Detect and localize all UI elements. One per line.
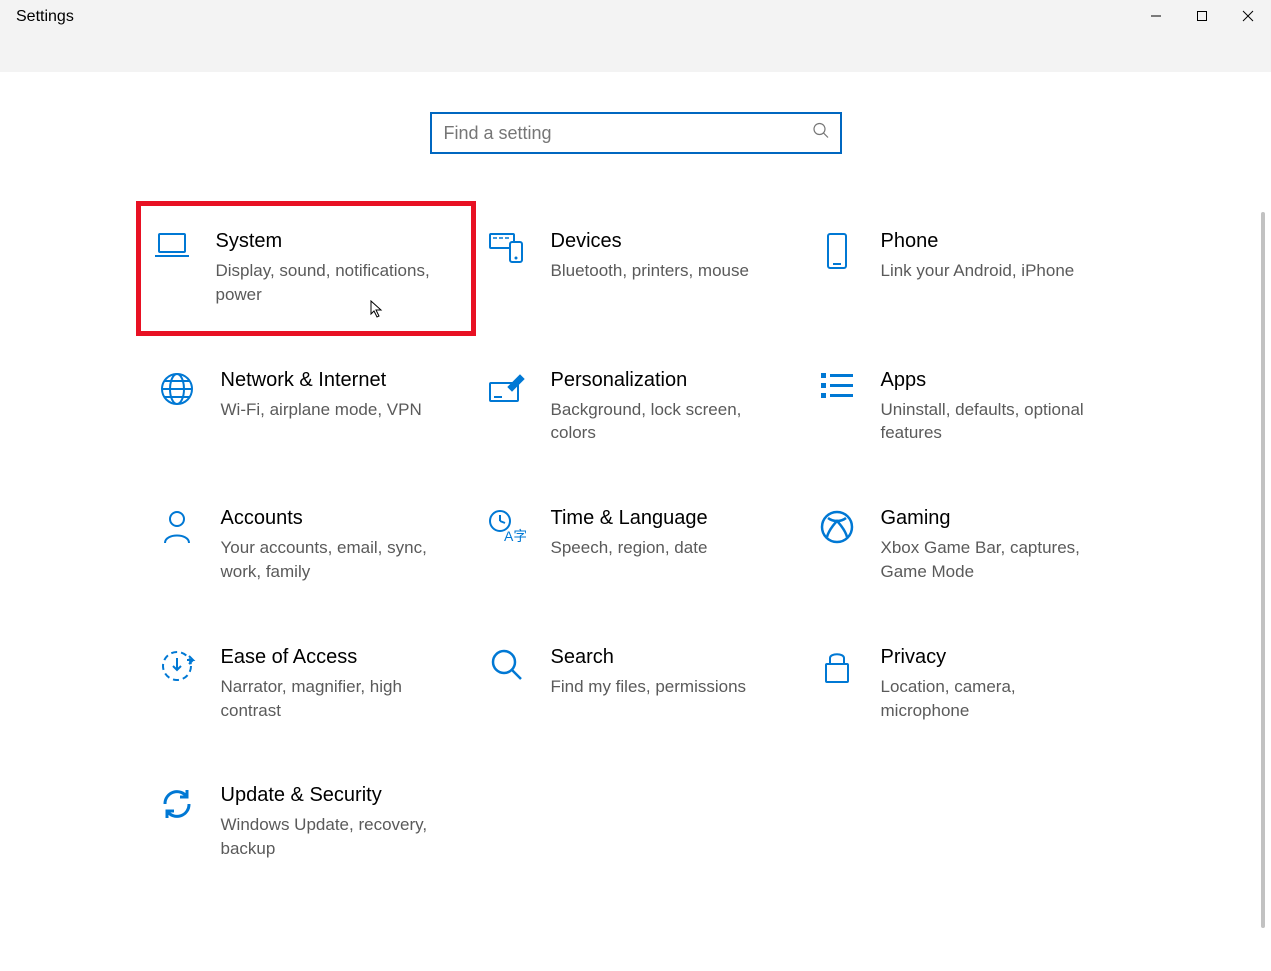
- content-area: System Display, sound, notifications, po…: [0, 72, 1271, 861]
- xbox-icon: [817, 509, 857, 545]
- scrollbar[interactable]: [1255, 72, 1271, 971]
- tile-text: Update & Security Windows Update, recove…: [221, 784, 455, 861]
- tile-search[interactable]: Search Find my files, permissions: [471, 646, 801, 723]
- tile-title: Apps: [881, 369, 1095, 392]
- tile-system[interactable]: System Display, sound, notifications, po…: [136, 201, 476, 336]
- tile-title: Accounts: [221, 507, 435, 530]
- tile-network[interactable]: Network & Internet Wi-Fi, airplane mode,…: [141, 369, 471, 446]
- globe-icon: [157, 371, 197, 407]
- tile-devices[interactable]: Devices Bluetooth, printers, mouse: [471, 230, 801, 307]
- sync-icon: [157, 786, 197, 822]
- tile-title: Privacy: [881, 646, 1095, 669]
- tile-text: Phone Link your Android, iPhone: [881, 230, 1115, 283]
- svg-text:A字: A字: [504, 528, 526, 544]
- tile-title: Personalization: [551, 369, 765, 392]
- list-icon: [817, 371, 857, 401]
- search-input[interactable]: [430, 112, 842, 154]
- search-icon: [812, 122, 830, 145]
- tile-accounts[interactable]: Accounts Your accounts, email, sync, wor…: [141, 507, 471, 584]
- tile-text: System Display, sound, notifications, po…: [216, 230, 460, 307]
- tile-gaming[interactable]: Gaming Xbox Game Bar, captures, Game Mod…: [801, 507, 1131, 584]
- maximize-button[interactable]: [1179, 0, 1225, 32]
- tile-text: Time & Language Speech, region, date: [551, 507, 785, 560]
- tile-desc: Speech, region, date: [551, 536, 765, 560]
- tile-title: System: [216, 230, 440, 253]
- tile-desc: Display, sound, notifications, power: [216, 259, 440, 307]
- tile-desc: Windows Update, recovery, backup: [221, 813, 435, 861]
- tile-text: Network & Internet Wi-Fi, airplane mode,…: [221, 369, 455, 422]
- settings-grid: System Display, sound, notifications, po…: [141, 230, 1131, 861]
- tile-phone[interactable]: Phone Link your Android, iPhone: [801, 230, 1131, 307]
- tile-ease[interactable]: Ease of Access Narrator, magnifier, high…: [141, 646, 471, 723]
- tile-text: Gaming Xbox Game Bar, captures, Game Mod…: [881, 507, 1115, 584]
- tile-title: Devices: [551, 230, 765, 253]
- tile-title: Time & Language: [551, 507, 765, 530]
- tile-title: Update & Security: [221, 784, 435, 807]
- clock-language-icon: A字: [487, 509, 527, 545]
- person-icon: [157, 509, 197, 545]
- tile-desc: Narrator, magnifier, high contrast: [221, 675, 435, 723]
- tile-title: Network & Internet: [221, 369, 435, 392]
- paintbrush-icon: [487, 371, 527, 405]
- minimize-button[interactable]: [1133, 0, 1179, 32]
- laptop-icon: [152, 232, 192, 260]
- window-controls: [1133, 0, 1271, 32]
- tile-personalization[interactable]: Personalization Background, lock screen,…: [471, 369, 801, 446]
- phone-icon: [817, 232, 857, 270]
- tile-privacy[interactable]: Privacy Location, camera, microphone: [801, 646, 1131, 723]
- tile-desc: Find my files, permissions: [551, 675, 765, 699]
- tile-desc: Uninstall, defaults, optional features: [881, 398, 1095, 446]
- tile-text: Search Find my files, permissions: [551, 646, 785, 699]
- tile-text: Ease of Access Narrator, magnifier, high…: [221, 646, 455, 723]
- scrollbar-thumb[interactable]: [1261, 212, 1265, 928]
- window-title: Settings: [0, 0, 90, 34]
- tile-update[interactable]: Update & Security Windows Update, recove…: [141, 784, 471, 861]
- tile-desc: Location, camera, microphone: [881, 675, 1095, 723]
- tile-time[interactable]: A字 Time & Language Speech, region, date: [471, 507, 801, 584]
- tile-desc: Xbox Game Bar, captures, Game Mode: [881, 536, 1095, 584]
- tile-desc: Wi-Fi, airplane mode, VPN: [221, 398, 435, 422]
- tile-desc: Bluetooth, printers, mouse: [551, 259, 765, 283]
- tile-title: Search: [551, 646, 765, 669]
- tile-text: Devices Bluetooth, printers, mouse: [551, 230, 785, 283]
- tile-text: Apps Uninstall, defaults, optional featu…: [881, 369, 1115, 446]
- titlebar: Settings: [0, 0, 1271, 72]
- tile-text: Accounts Your accounts, email, sync, wor…: [221, 507, 455, 584]
- tile-title: Gaming: [881, 507, 1095, 530]
- search-container: [430, 112, 842, 154]
- close-button[interactable]: [1225, 0, 1271, 32]
- devices-icon: [487, 232, 527, 264]
- tile-desc: Your accounts, email, sync, work, family: [221, 536, 435, 584]
- tile-desc: Link your Android, iPhone: [881, 259, 1095, 283]
- tile-title: Ease of Access: [221, 646, 435, 669]
- tile-apps[interactable]: Apps Uninstall, defaults, optional featu…: [801, 369, 1131, 446]
- lock-icon: [817, 648, 857, 686]
- tile-title: Phone: [881, 230, 1095, 253]
- tile-desc: Background, lock screen, colors: [551, 398, 765, 446]
- ease-icon: [157, 648, 197, 684]
- tile-text: Privacy Location, camera, microphone: [881, 646, 1115, 723]
- tile-text: Personalization Background, lock screen,…: [551, 369, 785, 446]
- magnify-icon: [487, 648, 527, 682]
